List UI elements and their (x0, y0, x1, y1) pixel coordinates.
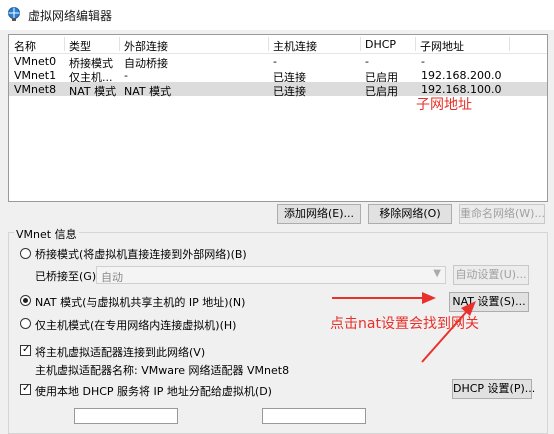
annotation-arrows (332, 292, 476, 363)
arrow-up-to-nat-button (421, 309, 469, 363)
arrow-head (422, 292, 436, 304)
arrow-head (461, 301, 476, 316)
